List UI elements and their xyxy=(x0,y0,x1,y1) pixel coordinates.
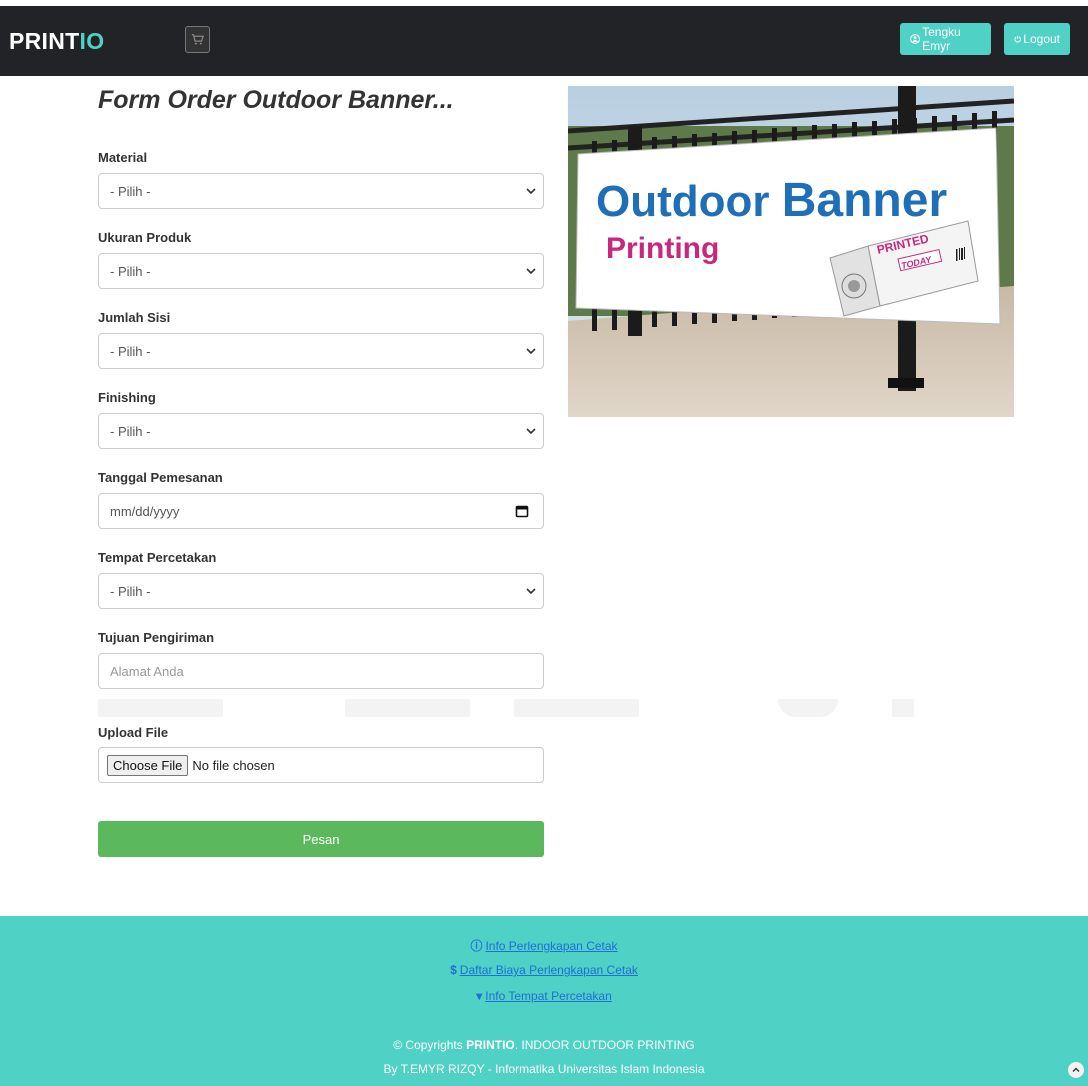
file-status: No file chosen xyxy=(192,757,275,773)
banner-text-line2: Printing xyxy=(606,232,719,265)
chevron-down-icon xyxy=(526,348,536,355)
dollar-icon: $ xyxy=(450,963,457,977)
page-title: Form Order Outdoor Banner... xyxy=(98,86,454,114)
logout-label: Logout xyxy=(1023,32,1060,46)
user-profile-button[interactable]: Tengku Emyr xyxy=(900,23,991,55)
banner-text-line1: Outdoor Banner xyxy=(596,174,947,227)
finishing-select[interactable]: - Pilih - xyxy=(98,413,544,449)
jumlah-sisi-label: Jumlah Sisi xyxy=(98,310,171,325)
ukuran-produk-label: Ukuran Produk xyxy=(98,230,192,245)
copyright-suffix: . INDOOR OUTDOOR PRINTING xyxy=(514,1038,695,1052)
tempat-percetakan-label: Tempat Percetakan xyxy=(98,550,217,565)
copyright-prefix: © Copyrights xyxy=(393,1038,467,1052)
chevron-down-icon xyxy=(526,188,536,195)
watermark-shape xyxy=(345,699,470,717)
chevron-down-icon xyxy=(526,268,536,275)
finishing-label: Finishing xyxy=(98,390,156,405)
chevron-down-icon xyxy=(526,428,536,435)
material-label: Material xyxy=(98,150,148,165)
scroll-to-top-button[interactable] xyxy=(1068,1062,1084,1078)
date-value: mm/dd/yyyy xyxy=(110,503,180,519)
watermark-shape xyxy=(892,699,914,717)
daftar-biaya-link[interactable]: Daftar Biaya Perlengkapan Cetak xyxy=(460,963,638,977)
watermark-shape xyxy=(514,699,639,717)
footer-link-tempat-percetakan[interactable]: ▾ Info Tempat Percetakan xyxy=(0,989,1088,1003)
user-icon xyxy=(910,34,920,44)
tempat-percetakan-selected-value: - Pilih - xyxy=(110,583,151,599)
credit-text: By T.EMYR RIZQY - Informatika Universita… xyxy=(383,1062,705,1076)
finishing-selected-value: - Pilih - xyxy=(110,423,151,439)
power-icon xyxy=(1014,35,1021,43)
top-navbar: PRINTIO Tengku Emyr Logout xyxy=(0,0,1088,76)
copyright-brand: PRINTIO xyxy=(466,1038,515,1052)
calendar-icon[interactable] xyxy=(515,504,529,518)
material-selected-value: - Pilih - xyxy=(110,183,151,199)
jumlah-sisi-select[interactable]: - Pilih - xyxy=(98,333,544,369)
map-marker-icon: ▾ xyxy=(476,989,483,1003)
tujuan-pengiriman-label: Tujuan Pengiriman xyxy=(98,630,215,645)
brand-logo[interactable]: PRINTIO xyxy=(9,28,104,55)
footer-link-info-perlengkapan[interactable]: ⓘ Info Perlengkapan Cetak xyxy=(0,937,1088,954)
tanggal-pemesanan-date-input[interactable]: mm/dd/yyyy xyxy=(98,493,544,529)
watermark-shape xyxy=(778,699,838,717)
brand-part-1: PRINT xyxy=(9,28,80,54)
ukuran-produk-selected-value: - Pilih - xyxy=(110,263,151,279)
tempat-percetakan-select[interactable]: - Pilih - xyxy=(98,573,544,609)
jumlah-sisi-selected-value: - Pilih - xyxy=(110,343,151,359)
brand-part-2: IO xyxy=(79,28,105,54)
info-perlengkapan-link[interactable]: Info Perlengkapan Cetak xyxy=(485,939,617,953)
ukuran-produk-select[interactable]: - Pilih - xyxy=(98,253,544,289)
pesan-submit-button[interactable]: Pesan xyxy=(98,821,544,857)
banner-illustration: Outdoor Banner Printing PRINTED TODAY xyxy=(568,86,1014,417)
chevron-down-icon xyxy=(526,588,536,595)
chevron-up-icon xyxy=(1072,1067,1080,1072)
outdoor-banner-image: Outdoor Banner Printing PRINTED TODAY xyxy=(568,86,1014,417)
watermark-shape xyxy=(98,699,223,717)
upload-file-label: Upload File xyxy=(98,725,169,740)
copyright-text: © Copyrights PRINTIO. INDOOR OUTDOOR PRI… xyxy=(0,1038,1088,1052)
logout-button[interactable]: Logout xyxy=(1004,23,1070,55)
material-select[interactable]: - Pilih - xyxy=(98,173,544,209)
tujuan-pengiriman-input[interactable]: Alamat Anda xyxy=(98,653,544,689)
tanggal-pemesanan-label: Tanggal Pemesanan xyxy=(98,470,223,485)
cart-icon xyxy=(191,34,204,45)
upload-file-input[interactable]: Choose File No file chosen xyxy=(98,747,544,783)
info-tempat-link[interactable]: Info Tempat Percetakan xyxy=(485,989,612,1003)
cart-button[interactable] xyxy=(185,26,210,53)
user-name: Tengku Emyr xyxy=(922,25,961,53)
info-icon: ⓘ xyxy=(470,939,483,953)
choose-file-button[interactable]: Choose File xyxy=(107,754,189,776)
address-placeholder: Alamat Anda xyxy=(110,663,184,679)
footer-link-daftar-biaya[interactable]: $ Daftar Biaya Perlengkapan Cetak xyxy=(0,963,1088,977)
footer: ⓘ Info Perlengkapan Cetak $ Daftar Biaya P… xyxy=(0,916,1088,1086)
